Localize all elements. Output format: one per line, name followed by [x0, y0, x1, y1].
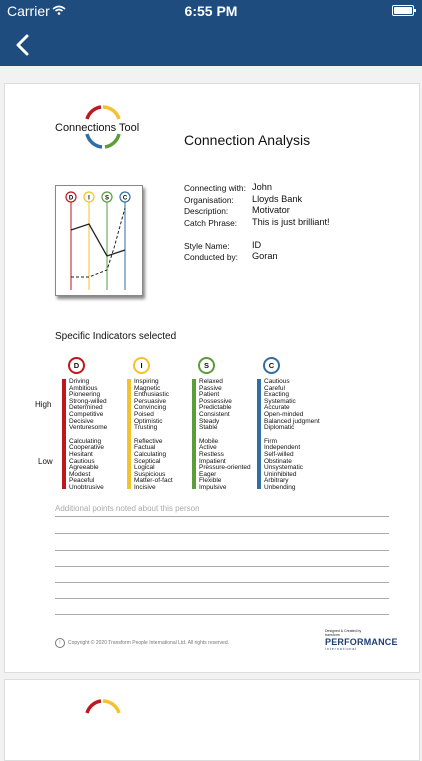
notes-field[interactable]: Additional points noted about this perso…	[55, 504, 200, 513]
designed-by-logo: Designed & Created by transform PERFORMA…	[325, 629, 398, 651]
disc-color-bar	[62, 379, 66, 489]
graph-letter-c: C	[123, 196, 128, 202]
info-value: John	[252, 182, 272, 192]
notes-line	[55, 533, 389, 534]
notes-line	[55, 566, 389, 567]
low-label: Low	[38, 457, 53, 466]
graph-letter-d: D	[69, 196, 74, 202]
logo-text: Connections Tool	[55, 122, 140, 134]
indicator-item[interactable]: Stable	[199, 425, 251, 432]
info-value: Motivator	[252, 205, 290, 215]
indicator-item[interactable]: Incisive	[134, 484, 173, 492]
indicator-list: Relaxed Passive Patient Possessive Predictab…	[199, 378, 251, 492]
info-label: Conducted by:	[184, 252, 239, 262]
graph-letter-s: S	[105, 196, 109, 202]
info-label: Style Name:	[184, 240, 230, 251]
disc-letter-badge: C	[263, 357, 280, 374]
disc-letter-badge: I	[133, 357, 150, 374]
info-label: Connecting with:	[184, 183, 246, 193]
info-label: Organisation:	[184, 194, 234, 205]
info-icon: !	[55, 638, 65, 648]
indicator-list: Inspiring Magnetic Enthusiastic Persuasive C…	[134, 378, 173, 492]
info-value: Goran	[252, 251, 278, 261]
notes-line	[55, 516, 389, 517]
indicator-item[interactable]: Impulsive	[199, 484, 251, 492]
report-card: Connections Tool Connection Analysis D I…	[4, 83, 420, 673]
info-value: ID	[252, 239, 262, 250]
indicator-list: Cautious Careful Exacting Systematic Accurat…	[264, 378, 320, 492]
connections-tool-logo: Connections Tool	[53, 104, 153, 154]
brand-line-3: international	[325, 647, 358, 651]
navigation-bar: Carrier 6:55 PM	[0, 0, 422, 66]
specific-indicators-title: Specific Indicators selected	[55, 331, 177, 342]
connections-tool-logo-partial	[85, 699, 121, 714]
disc-color-bar	[192, 379, 196, 489]
info-label: Catch Phrase:	[184, 217, 238, 228]
brand-line-2: PERFORMANCE	[325, 637, 398, 647]
indicator-list: Driving Ambitious Pioneering Strong-willed D…	[69, 378, 107, 492]
disc-letter-badge: D	[68, 357, 85, 374]
back-chevron-icon[interactable]	[10, 32, 36, 58]
battery-icon	[392, 5, 416, 16]
indicator-item[interactable]: Diplomatic	[264, 425, 320, 432]
disc-graph-thumbnail: D I S C	[55, 185, 143, 296]
clock: 6:55 PM	[184, 3, 238, 19]
info-value: This is just brilliant!	[252, 216, 330, 227]
copyright-footer: ! Copyright © 2020 Transform People Inte…	[55, 638, 229, 648]
notes-line	[55, 598, 389, 599]
indicator-item[interactable]: Unbending	[264, 484, 320, 492]
next-report-card	[4, 679, 420, 761]
notes-line	[55, 582, 389, 583]
disc-color-bar	[257, 379, 261, 489]
notes-line	[55, 550, 389, 551]
info-value: Lloyds Bank	[252, 193, 303, 204]
page-title: Connection Analysis	[184, 132, 311, 148]
info-label: Description:	[184, 206, 229, 216]
notes-line	[55, 614, 389, 615]
indicator-item[interactable]: Venturesome	[69, 425, 107, 432]
disc-letter-badge: S	[198, 357, 215, 374]
indicator-item[interactable]: Unobtrusive	[69, 484, 107, 492]
copyright-text: Copyright © 2020 Transform People Intern…	[68, 640, 229, 646]
indicator-item[interactable]: Trusting	[134, 425, 173, 432]
disc-color-bar	[127, 379, 131, 489]
high-label: High	[35, 400, 52, 409]
